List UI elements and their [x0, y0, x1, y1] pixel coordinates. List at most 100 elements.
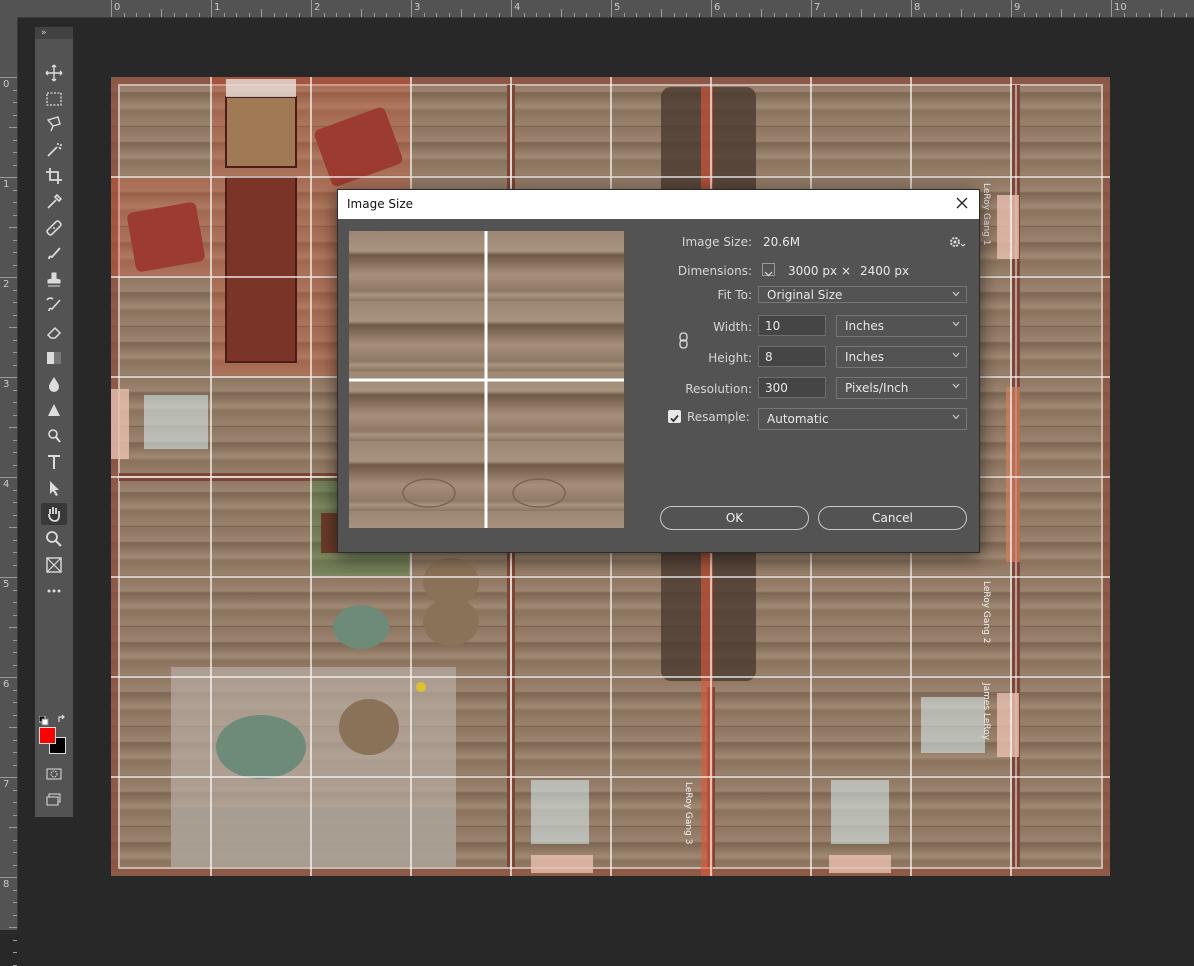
ok-button[interactable]: OK	[660, 506, 809, 530]
resolution-unit-select[interactable]: Pixels/Inch	[836, 377, 967, 399]
ruler-left-minor-tick	[13, 439, 17, 441]
ruler-left-minor-tick	[13, 489, 17, 491]
image-preview[interactable]	[349, 231, 624, 528]
ruler-left[interactable]: 0 1 2 3 4 5 6 7 8	[0, 17, 18, 966]
ruler-left-minor-tick	[13, 602, 17, 603]
resample-select[interactable]: Automatic	[758, 408, 967, 430]
resolution-unit-value: Pixels/Inch	[845, 381, 909, 395]
close-button[interactable]	[953, 194, 971, 212]
height-input[interactable]: 8	[758, 346, 826, 367]
ruler-top-minor-tick	[498, 13, 500, 17]
fit-to-select[interactable]: Original Size	[758, 286, 967, 303]
default-colors-icon[interactable]	[38, 711, 49, 726]
dodge-tool[interactable]	[41, 399, 67, 421]
eyedropper-tool[interactable]	[41, 191, 67, 213]
image-size-value: 20.6M	[763, 235, 801, 249]
ruler-top-tick	[511, 0, 512, 17]
ruler-top-minor-tick	[636, 13, 637, 17]
ruler-left-label: 4	[3, 479, 10, 490]
tools-panel: »	[34, 26, 74, 818]
ruler-top-minor-tick	[961, 9, 962, 17]
swap-colors-icon[interactable]	[57, 710, 68, 722]
ruler-top-minor-tick	[936, 13, 937, 17]
screen-mode-icon	[46, 793, 61, 806]
move-tool[interactable]	[41, 62, 67, 84]
ruler-top-minor-tick	[736, 13, 737, 17]
crop-tool[interactable]	[41, 165, 67, 187]
arrow-icon	[50, 481, 59, 496]
ruler-left-minor-tick	[13, 714, 17, 716]
blur-tool[interactable]	[41, 373, 67, 395]
ruler-left-label: 6	[3, 679, 10, 690]
frame-tool[interactable]	[41, 554, 67, 576]
resample-checkbox[interactable]	[668, 410, 681, 423]
eraser-tool[interactable]	[41, 321, 67, 343]
magic-wand-tool[interactable]	[41, 139, 67, 161]
brush-tool[interactable]	[41, 243, 67, 265]
hand-tool[interactable]	[41, 503, 67, 525]
ruler-left-minor-tick	[13, 539, 17, 541]
panel-collapse-grip[interactable]: »	[35, 27, 73, 39]
ruler-left-minor-tick	[13, 752, 17, 753]
more-tools[interactable]	[41, 580, 67, 602]
constrain-proportions-link[interactable]	[678, 332, 690, 350]
type-tool[interactable]	[41, 451, 67, 473]
width-input[interactable]: 10	[758, 315, 826, 336]
pen-tool[interactable]	[41, 425, 67, 447]
ruler-left-tick	[0, 177, 17, 178]
gradient-tool[interactable]	[41, 347, 67, 369]
ruler-left-label: 0	[3, 79, 10, 90]
ruler-top-minor-tick	[461, 9, 462, 17]
dialog-title: Image Size	[347, 197, 414, 211]
ruler-top-minor-tick	[548, 13, 550, 17]
rect-marquee-icon	[46, 92, 62, 106]
ruler-top-label: 7	[814, 2, 821, 13]
ruler-left-minor-tick	[13, 414, 17, 416]
stamp-icon	[47, 272, 61, 287]
ruler-left-minor-tick	[13, 639, 17, 641]
lasso-tool[interactable]	[41, 113, 67, 135]
quick-mask-button[interactable]	[41, 763, 67, 785]
screen-mode-button[interactable]	[41, 789, 67, 811]
ruler-top-minor-tick	[798, 13, 800, 17]
ruler-left-minor-tick	[13, 202, 17, 203]
history-brush-tool[interactable]	[41, 295, 67, 317]
dodge-icon	[48, 404, 60, 416]
image-size-label: Image Size:	[681, 235, 752, 249]
resolution-input[interactable]: 300	[758, 377, 826, 398]
ruler-top-minor-tick	[1023, 13, 1025, 17]
width-unit-select[interactable]: Inches	[836, 315, 967, 337]
zoom-icon	[46, 531, 62, 547]
ruler-top[interactable]: 0 1 2 3 4 5 6 7 8 9 10	[18, 0, 1194, 18]
marquee-tool[interactable]	[41, 88, 67, 110]
ruler-top-minor-tick	[773, 13, 775, 17]
ruler-top-minor-tick	[1086, 13, 1087, 17]
zoom-tool[interactable]	[41, 528, 67, 550]
map-label-leroy-gang-3: LeRoy Gang 3	[683, 782, 693, 844]
ruler-left-minor-tick	[13, 289, 17, 291]
height-unit-select[interactable]: Inches	[836, 346, 967, 368]
gear-icon	[950, 237, 966, 247]
foreground-color-swatch[interactable]	[39, 727, 56, 744]
height-label: Height:	[708, 351, 752, 365]
ruler-top-label: 1	[214, 2, 221, 13]
ruler-top-minor-tick	[436, 13, 437, 17]
fit-to-label: Fit To:	[717, 288, 752, 302]
settings-gear-button[interactable]	[948, 234, 966, 250]
ruler-top-minor-tick	[336, 13, 337, 17]
healing-brush-tool[interactable]	[41, 217, 67, 239]
dimensions-units-toggle[interactable]	[762, 263, 775, 277]
cancel-button[interactable]: Cancel	[818, 506, 967, 530]
ruler-top-minor-tick	[748, 13, 750, 17]
clone-stamp-tool[interactable]	[41, 269, 67, 291]
magic-wand-icon	[47, 143, 62, 157]
ruler-left-minor-tick	[13, 389, 17, 391]
path-selection-tool[interactable]	[41, 477, 67, 499]
ruler-top-minor-tick	[173, 13, 175, 17]
dialog-titlebar[interactable]: Image Size	[338, 190, 979, 219]
move-icon	[45, 64, 63, 82]
ruler-top-minor-tick	[161, 9, 162, 17]
ruler-left-tick	[0, 77, 17, 78]
ruler-left-minor-tick	[13, 789, 17, 791]
ruler-top-tick	[1011, 0, 1012, 17]
